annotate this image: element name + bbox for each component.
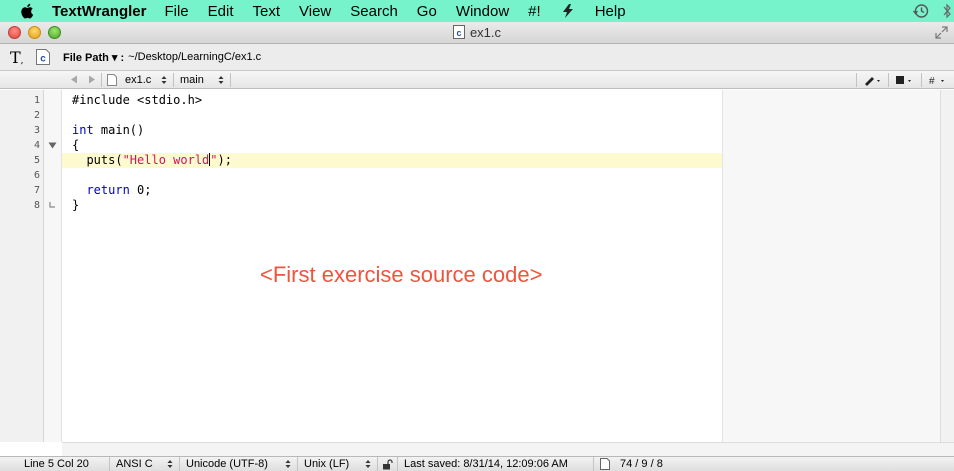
menu-view[interactable]: View <box>299 3 331 20</box>
line-number: 6 <box>33 170 40 181</box>
file-path-menu[interactable]: File Path ▾ : <box>63 51 124 64</box>
code-keyword: int <box>72 123 94 137</box>
code-line-1: #include <stdio.h> <box>72 93 202 107</box>
annotation-caption: <First exercise source code> <box>260 262 543 287</box>
fullscreen-icon[interactable] <box>935 26 948 39</box>
cursor-position-text: Line 5 Col 20 <box>24 458 89 470</box>
svg-text:c: c <box>40 54 46 65</box>
last-saved: Last saved: 8/31/14, 12:09:06 AM <box>398 456 594 471</box>
fold-triangle-icon[interactable] <box>48 141 57 150</box>
file-path-value: ~/Desktop/LearningC/ex1.c <box>128 51 262 63</box>
divider <box>230 72 231 87</box>
language-popup[interactable]: ANSI C <box>110 456 180 471</box>
menu-edit[interactable]: Edit <box>208 3 234 20</box>
code-text: ); <box>217 153 232 167</box>
menu-search[interactable]: Search <box>350 3 398 20</box>
menu-file[interactable]: File <box>164 3 188 20</box>
chevron-updown-icon <box>285 460 291 468</box>
menu-window[interactable]: Window <box>456 3 509 20</box>
menu-app-name[interactable]: TextWrangler <box>52 3 146 20</box>
code-text: #include <stdio.h> <box>72 93 203 107</box>
line-number: 8 <box>33 200 40 211</box>
line-number: 5 <box>33 155 40 166</box>
status-bar: Line 5 Col 20 ANSI C Unicode (UTF-8) Uni… <box>0 456 954 471</box>
code-text: main() <box>93 123 145 137</box>
menu-extras <box>912 0 954 22</box>
text-options-icon[interactable]: T, <box>10 48 28 67</box>
code-line-5: puts("Hello world"); <box>72 153 232 167</box>
document-icon <box>107 73 117 86</box>
menu-go[interactable]: Go <box>417 3 437 20</box>
menu-help[interactable]: Help <box>595 3 626 20</box>
code-line-4: { <box>72 138 79 152</box>
apple-icon[interactable] <box>18 2 38 20</box>
forward-arrow-icon[interactable] <box>88 75 96 84</box>
file-popup[interactable]: ex1.c <box>125 74 161 86</box>
code-line-8: } <box>72 198 79 212</box>
chevron-updown-icon[interactable] <box>161 75 167 85</box>
lock-toggle[interactable] <box>378 456 398 471</box>
marker-menu-icon[interactable] <box>863 74 883 86</box>
chevron-updown-icon <box>365 460 371 468</box>
navbar-tools: # <box>856 71 954 89</box>
line-number: 2 <box>33 110 40 121</box>
bluetooth-icon[interactable] <box>942 3 952 19</box>
toolbar: T, c File Path ▾ : ~/Desktop/LearningC/e… <box>0 44 954 71</box>
document-stats-text: 74 / 9 / 8 <box>620 458 663 470</box>
script-icon[interactable] <box>560 3 576 19</box>
code-string: "Hello world <box>122 153 210 167</box>
chevron-updown-icon[interactable] <box>218 75 224 85</box>
vertical-scrollbar[interactable] <box>940 90 954 442</box>
back-arrow-icon[interactable] <box>70 75 78 84</box>
line-number: 4 <box>33 140 40 151</box>
document-icon <box>600 458 610 470</box>
last-saved-text: Last saved: 8/31/14, 12:09:06 AM <box>404 458 568 470</box>
menu-text[interactable]: Text <box>253 3 281 20</box>
fold-end-icon[interactable] <box>48 201 57 210</box>
menu-bar: TextWrangler File Edit Text View Search … <box>0 0 954 22</box>
divider <box>856 73 857 87</box>
line-endings-popup[interactable]: Unix (LF) <box>298 456 378 471</box>
chevron-updown-icon <box>167 460 173 468</box>
code-text: { <box>72 138 80 152</box>
cursor-position[interactable]: Line 5 Col 20 <box>0 456 110 471</box>
encoding-label: Unicode (UTF-8) <box>186 458 268 470</box>
svg-text:#: # <box>929 76 935 86</box>
window-title: c ex1.c <box>0 25 954 40</box>
line-number: 7 <box>33 185 40 196</box>
code-text: puts( <box>72 153 123 167</box>
line-number: 1 <box>33 95 40 106</box>
c-file-icon[interactable]: c <box>452 25 465 39</box>
code-line-3: int main() <box>72 123 144 137</box>
code-text: } <box>72 198 80 212</box>
line-endings-label: Unix (LF) <box>304 458 350 470</box>
divider <box>101 72 102 87</box>
function-popup[interactable]: main <box>180 74 218 86</box>
code-string: " <box>210 153 218 167</box>
function-menu-icon[interactable]: # <box>928 74 950 86</box>
menu-shebang[interactable]: #! <box>528 3 541 20</box>
divider <box>888 73 889 87</box>
svg-text:c: c <box>456 28 461 38</box>
window-title-text: ex1.c <box>469 25 502 40</box>
divider <box>921 73 922 87</box>
unlocked-icon <box>383 458 393 469</box>
code-text: 0; <box>129 183 152 197</box>
time-machine-icon[interactable] <box>912 2 930 20</box>
document-stats[interactable]: 74 / 9 / 8 <box>594 457 669 471</box>
page-guide-area <box>722 90 940 442</box>
line-number: 3 <box>33 125 40 136</box>
c-file-icon[interactable]: c <box>36 49 50 65</box>
navigation-bar: ex1.c main # <box>0 71 954 89</box>
window-title-bar[interactable]: c ex1.c <box>0 22 954 44</box>
document-menu-icon[interactable] <box>894 74 916 86</box>
line-number-gutter: 1 2 3 4 5 6 7 8 <box>0 90 44 442</box>
divider <box>173 72 174 87</box>
language-label: ANSI C <box>116 458 153 470</box>
code-line-7: return 0; <box>72 183 152 197</box>
code-keyword: return <box>86 183 130 197</box>
encoding-popup[interactable]: Unicode (UTF-8) <box>180 456 298 471</box>
horizontal-scrollbar[interactable] <box>62 442 954 456</box>
